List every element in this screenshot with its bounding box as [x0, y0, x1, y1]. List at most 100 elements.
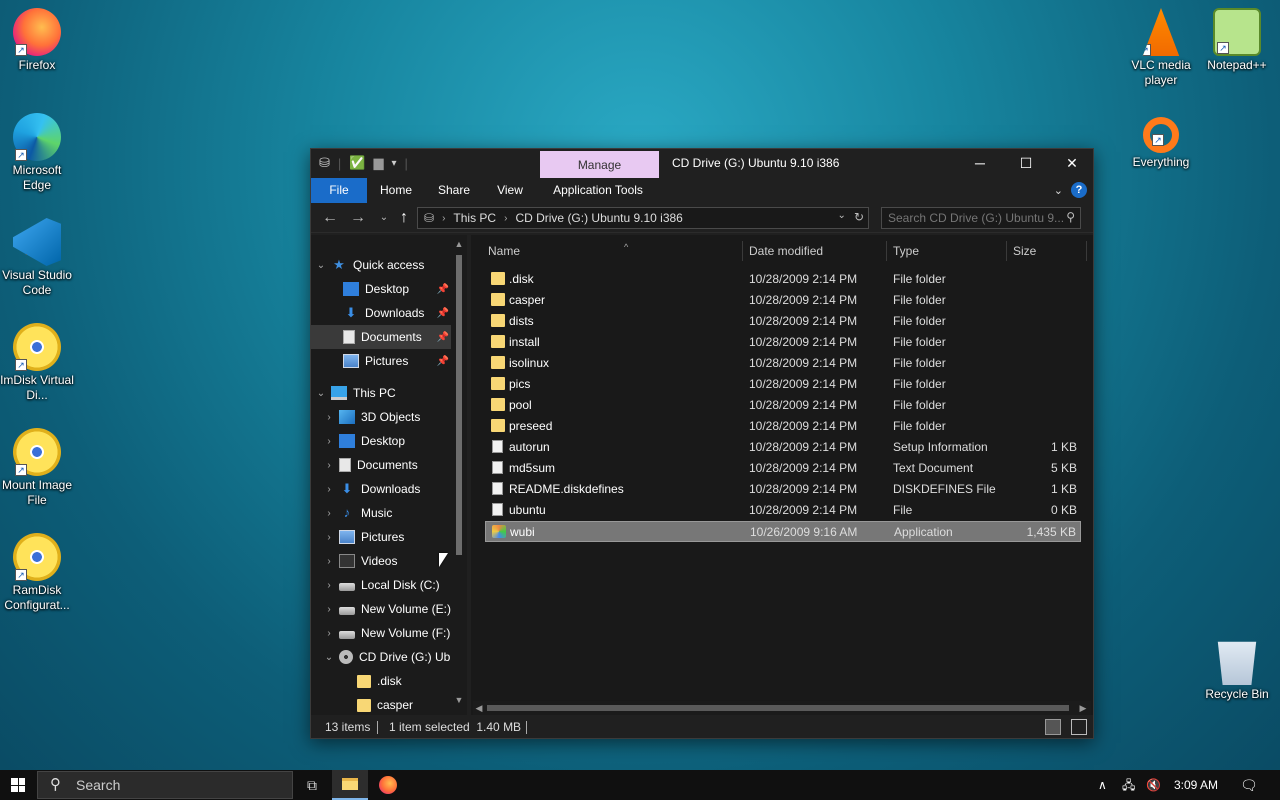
file-row[interactable]: casper 10/28/2009 2:14 PM File folder [485, 290, 1081, 311]
chevron-right-icon[interactable]: › [323, 508, 335, 519]
search-input[interactable] [881, 207, 1081, 229]
search-icon[interactable]: ⚲ [1066, 210, 1075, 224]
chevron-right-icon[interactable]: › [323, 412, 335, 423]
file-row[interactable]: .disk 10/28/2009 2:14 PM File folder [485, 269, 1081, 290]
tab-share[interactable]: Share [429, 178, 479, 203]
file-row[interactable]: preseed 10/28/2009 2:14 PM File folder [485, 416, 1081, 437]
address-bar[interactable]: ⛁ › This PC › CD Drive (G:) Ubuntu 9.10 … [417, 207, 869, 229]
scroll-up-icon[interactable]: ▲ [453, 239, 465, 249]
chevron-down-icon[interactable]: ⌄ [315, 260, 327, 271]
file-row[interactable]: autorun 10/28/2009 2:14 PM Setup Informati… [485, 437, 1081, 458]
chevron-right-icon[interactable]: › [323, 628, 335, 639]
desktop-shortcut[interactable]: ↗ RamDisk Configurat... [0, 533, 74, 613]
show-hidden-icons-icon[interactable]: ∧ [1098, 770, 1107, 800]
new-folder-icon[interactable]: ▆ [373, 155, 383, 171]
desktop-shortcut[interactable]: ↗ Firefox [0, 8, 74, 73]
title-bar[interactable]: ⛁ | ✅ ▆ ▾ | Manage CD Drive (G:) Ubuntu … [311, 149, 1095, 179]
search-box[interactable]: ⚲ [881, 207, 1081, 229]
nav-pc-item[interactable]: › New Volume (F:) [311, 621, 451, 645]
file-row[interactable]: install 10/28/2009 2:14 PM File folder [485, 332, 1081, 353]
nav-cd-child[interactable]: casper [311, 693, 451, 715]
nav-pc-item[interactable]: › Local Disk (C:) [311, 573, 451, 597]
column-date-modified[interactable]: Date modified [749, 241, 889, 261]
chevron-right-icon[interactable]: › [323, 436, 335, 447]
nav-quick-pictures[interactable]: Pictures 📌 [311, 349, 451, 373]
nav-pc-item[interactable]: › 3D Objects [311, 405, 451, 429]
file-row[interactable]: README.diskdefines 10/28/2009 2:14 PM DISK… [485, 479, 1081, 500]
nav-pc-item[interactable]: › Videos [311, 549, 451, 573]
tab-application-tools[interactable]: Application Tools [543, 178, 653, 203]
breadcrumb-cd-drive[interactable]: CD Drive (G:) Ubuntu 9.10 i386 [515, 211, 682, 225]
column-type[interactable]: Type [893, 241, 1003, 261]
start-button[interactable] [0, 770, 36, 800]
desktop-shortcut[interactable]: ↗ Everything [1124, 113, 1198, 170]
clock[interactable]: 3:09 AM [1174, 770, 1218, 800]
nav-pc-item[interactable]: › Desktop [311, 429, 451, 453]
pin-icon[interactable]: 📌 [437, 332, 449, 343]
h-scroll-thumb[interactable] [487, 705, 1069, 711]
network-icon[interactable]: 🖧 [1122, 770, 1135, 800]
chevron-right-icon[interactable]: › [323, 460, 335, 471]
file-list[interactable]: Name ^ Date modified Type Size .disk 10/2… [471, 235, 1093, 715]
tab-file[interactable]: File [311, 178, 367, 203]
manage-tab[interactable]: Manage [540, 151, 659, 179]
nav-pc-item[interactable]: › ♪ Music [311, 501, 451, 525]
qat-dropdown-icon[interactable]: ▾ [391, 158, 396, 169]
file-row[interactable]: ubuntu 10/28/2009 2:14 PM File 0 KB [485, 500, 1081, 521]
tab-home[interactable]: Home [371, 178, 421, 203]
back-arrow-icon[interactable]: ← [319, 207, 341, 229]
nav-pc-item[interactable]: ⌄ CD Drive (G:) Ub [311, 645, 451, 669]
details-view-icon[interactable] [1045, 719, 1061, 735]
column-size[interactable]: Size [1013, 241, 1073, 261]
file-row[interactable]: dists 10/28/2009 2:14 PM File folder [485, 311, 1081, 332]
taskbar-search[interactable]: ⚲ Search [37, 771, 293, 799]
desktop-shortcut[interactable]: Recycle Bin [1200, 637, 1274, 702]
desktop-shortcut[interactable]: ↗ Notepad++ [1200, 8, 1274, 73]
maximize-button[interactable]: ☐ [1003, 149, 1049, 178]
help-icon[interactable]: ? [1071, 182, 1087, 198]
horizontal-scrollbar[interactable]: ◀ ▶ [473, 701, 1091, 715]
file-row[interactable]: pics 10/28/2009 2:14 PM File folder [485, 374, 1081, 395]
taskbar-file-explorer[interactable] [332, 770, 368, 800]
expand-ribbon-icon[interactable]: ⌄ [1054, 184, 1063, 197]
pin-icon[interactable]: 📌 [437, 356, 449, 367]
forward-arrow-icon[interactable]: → [347, 207, 369, 229]
desktop-shortcut[interactable]: ↗ Visual Studio Code [0, 218, 74, 298]
scroll-down-icon[interactable]: ▼ [453, 695, 465, 705]
recent-locations-icon[interactable]: ⌄ [373, 207, 395, 229]
nav-pc-item[interactable]: › Documents [311, 453, 451, 477]
nav-quick-access[interactable]: ⌄ ★ Quick access [311, 253, 451, 277]
column-name[interactable]: Name ^ [488, 241, 738, 261]
nav-scroll-thumb[interactable] [456, 255, 462, 555]
breadcrumb-this-pc[interactable]: This PC [453, 211, 496, 225]
refresh-icon[interactable]: ↻ [854, 210, 864, 224]
chevron-right-icon[interactable]: › [323, 484, 335, 495]
file-row[interactable]: isolinux 10/28/2009 2:14 PM File folder [485, 353, 1081, 374]
nav-pc-item[interactable]: › Pictures [311, 525, 451, 549]
scroll-left-icon[interactable]: ◀ [473, 701, 485, 715]
chevron-down-icon[interactable]: ⌄ [315, 388, 327, 399]
chevron-down-icon[interactable]: ⌄ [323, 652, 335, 663]
taskbar-firefox[interactable] [370, 770, 406, 800]
large-icons-view-icon[interactable] [1071, 719, 1087, 735]
chevron-right-icon[interactable]: › [323, 532, 335, 543]
volume-muted-icon[interactable]: 🔇 [1146, 770, 1161, 800]
file-row[interactable]: md5sum 10/28/2009 2:14 PM Text Document 5 K… [485, 458, 1081, 479]
task-view-icon[interactable]: ⧉ [294, 770, 330, 800]
file-row[interactable]: pool 10/28/2009 2:14 PM File folder [485, 395, 1081, 416]
nav-pc-item[interactable]: › New Volume (E:) [311, 597, 451, 621]
pin-icon[interactable]: 📌 [437, 284, 449, 295]
navigation-pane[interactable]: ⌄ ★ Quick access Desktop 📌 ⬇ Downloads 📌 Documen… [311, 235, 467, 715]
file-row[interactable]: wubi 10/26/2009 9:16 AM Application 1,435 K… [485, 521, 1081, 542]
desktop-shortcut[interactable]: ↗ Mount Image File [0, 428, 74, 508]
nav-this-pc[interactable]: ⌄ This PC [311, 381, 451, 405]
chevron-right-icon[interactable]: › [323, 604, 335, 615]
address-dropdown-icon[interactable]: ⌄ [838, 210, 846, 224]
nav-quick-desktop[interactable]: Desktop 📌 [311, 277, 451, 301]
desktop-shortcut[interactable]: ↗ Microsoft Edge [0, 113, 74, 193]
file-explorer-window[interactable]: ⛁ | ✅ ▆ ▾ | Manage CD Drive (G:) Ubuntu … [310, 148, 1094, 739]
close-button[interactable]: ✕ [1049, 149, 1095, 178]
nav-cd-child[interactable]: .disk [311, 669, 451, 693]
desktop-shortcut[interactable]: ↗ ImDisk Virtual Di... [0, 323, 74, 403]
up-arrow-icon[interactable]: ↑ [393, 207, 415, 229]
